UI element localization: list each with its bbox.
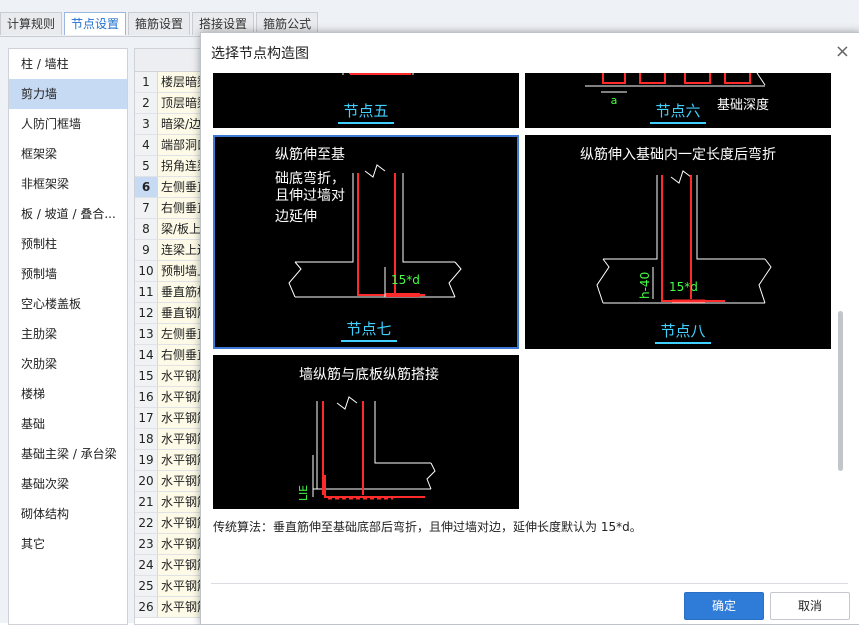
sidebar-item-precast-wall[interactable]: 预制墙	[9, 259, 127, 289]
cancel-button[interactable]: 取消	[770, 592, 850, 620]
row-number: 9	[135, 240, 158, 260]
row-number: 16	[135, 387, 158, 407]
row-number: 3	[135, 114, 158, 134]
row-number: 7	[135, 198, 158, 218]
tab-node-settings[interactable]: 节点设置	[64, 12, 127, 35]
tab-stirrup-settings[interactable]: 箍筋设置	[128, 12, 191, 35]
row-number: 4	[135, 135, 158, 155]
row-number: 17	[135, 408, 158, 428]
sidebar-item-slab[interactable]: 板 / 坡道 / 叠合...	[9, 199, 127, 229]
sidebar-item-foundation-main-beam[interactable]: 基础主梁 / 承台梁	[9, 439, 127, 469]
row-number: 21	[135, 492, 158, 512]
node-seven-text-1: 纵筋伸至基	[275, 146, 345, 163]
sidebar-item-foundation-secondary-beam[interactable]: 基础次梁	[9, 469, 127, 499]
node-nine-thumbnail[interactable]: 墙纵筋与底板纵筋搭接 LlE	[213, 355, 519, 509]
row-number: 14	[135, 345, 158, 365]
node-seven-text-4: 边延伸	[275, 209, 317, 225]
sidebar-item-secondary-rib[interactable]: 次肋梁	[9, 349, 127, 379]
sidebar-item-frame-beam[interactable]: 框架梁	[9, 139, 127, 169]
node-seven-text-3: 且伸过墙对	[275, 188, 345, 204]
sidebar-item-hollow-slab[interactable]: 空心楼盖板	[9, 289, 127, 319]
node-seven-dim: 15*d	[391, 273, 420, 287]
sidebar-item-civil-defense[interactable]: 人防门框墙	[9, 109, 127, 139]
row-number: 15	[135, 366, 158, 386]
row-number: 18	[135, 429, 158, 449]
node-eight-h: h-40	[638, 272, 652, 299]
row-number: 1	[135, 72, 158, 92]
thumbnail-scrollbar[interactable]	[835, 75, 845, 545]
node-six-thumbnail[interactable]: a 节点六 基础深度	[525, 73, 831, 128]
sidebar-item-foundation[interactable]: 基础	[9, 409, 127, 439]
row-number: 5	[135, 156, 158, 176]
sidebar-item-stairs[interactable]: 楼梯	[9, 379, 127, 409]
sidebar-item-main-rib[interactable]: 主肋梁	[9, 319, 127, 349]
row-number: 23	[135, 534, 158, 554]
row-number: 26	[135, 597, 158, 617]
scrollbar-thumb[interactable]	[838, 311, 843, 471]
row-number: 20	[135, 471, 158, 491]
sidebar-item-precast-column[interactable]: 预制柱	[9, 229, 127, 259]
node-five-label: 节点五	[343, 102, 388, 120]
node-eight-thumbnail[interactable]: 纵筋伸入基础内一定长度后弯折 h-40 15*d 节点八	[525, 135, 831, 349]
close-icon[interactable]: ×	[835, 41, 850, 62]
row-number: 2	[135, 93, 158, 113]
node-nine-lle: LlE	[297, 485, 310, 501]
row-number: 19	[135, 450, 158, 470]
row-number: 10	[135, 261, 158, 281]
select-node-dialog: 选择节点构造图 × 节点五 a 节点六 基础深度 纵筋伸至基 础底弯折， 且伸过…	[200, 32, 859, 625]
node-eight-label: 节点八	[660, 322, 705, 340]
row-number: 25	[135, 576, 158, 596]
sidebar-item-non-frame-beam[interactable]: 非框架梁	[9, 169, 127, 199]
sidebar-item-column[interactable]: 柱 / 墙柱	[9, 49, 127, 79]
ok-button[interactable]: 确定	[684, 592, 764, 620]
row-number: 6	[135, 177, 158, 197]
node-seven-thumbnail[interactable]: 纵筋伸至基 础底弯折， 且伸过墙对 边延伸 15*d 节点七	[213, 135, 519, 349]
row-number: 11	[135, 282, 158, 302]
node-eight-text: 纵筋伸入基础内一定长度后弯折	[580, 146, 776, 163]
node-seven-text-2: 础底弯折，	[275, 170, 345, 187]
dialog-title: 选择节点构造图	[211, 46, 309, 62]
node-six-label: 节点六	[655, 102, 700, 120]
row-setting-name: 梁/板上	[158, 219, 202, 239]
footer-divider	[211, 583, 848, 584]
tab-calc-rules[interactable]: 计算规则	[0, 12, 63, 35]
node-description: 传统算法：垂直筋伸至基础底部后弯折，且伸过墙对边，延伸长度默认为 15*d。	[213, 520, 642, 534]
node-seven-label: 节点七	[346, 320, 391, 338]
row-number: 12	[135, 303, 158, 323]
row-number: 22	[135, 513, 158, 533]
node-six-depth: 基础深度	[717, 97, 769, 113]
row-number: 8	[135, 219, 158, 239]
node-six-a: a	[611, 94, 618, 107]
sidebar-item-masonry[interactable]: 砌体结构	[9, 499, 127, 529]
node-five-thumbnail[interactable]: 节点五	[213, 73, 519, 128]
node-eight-dim: 15*d	[669, 280, 698, 294]
sidebar-item-shear-wall[interactable]: 剪力墙	[9, 79, 127, 109]
component-sidebar: 柱 / 墙柱 剪力墙 人防门框墙 框架梁 非框架梁 板 / 坡道 / 叠合...…	[8, 48, 128, 625]
row-number: 24	[135, 555, 158, 575]
node-nine-text: 墙纵筋与底板纵筋搭接	[299, 366, 439, 383]
row-number: 13	[135, 324, 158, 344]
sidebar-item-other[interactable]: 其它	[9, 529, 127, 559]
